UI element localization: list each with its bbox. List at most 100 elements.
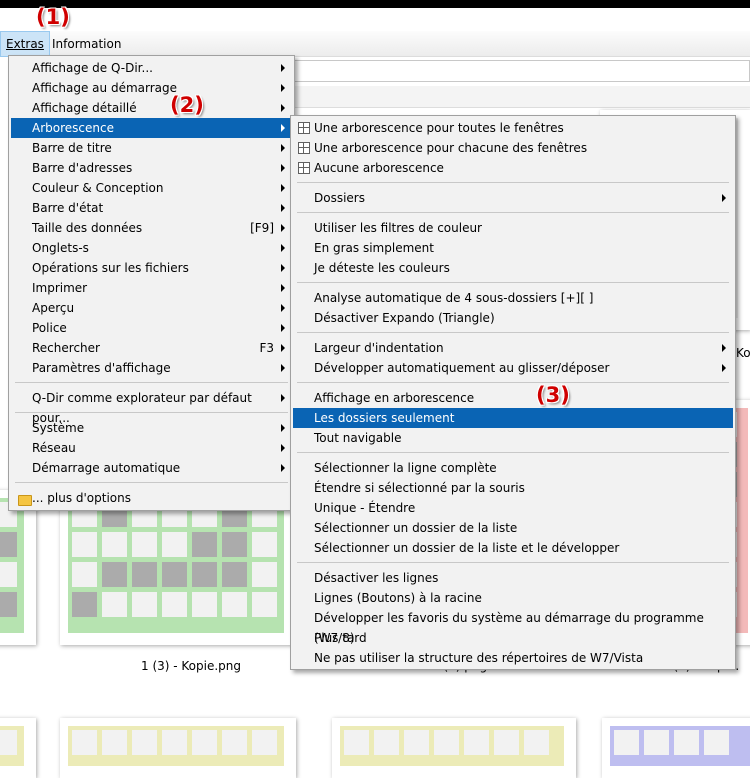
menu-item-plus-d-options[interactable]: ... plus d'options	[11, 488, 292, 508]
thumbnail-cell	[72, 562, 97, 587]
menu-item-largeur-d-indentation[interactable]: Largeur d'indentation	[293, 338, 733, 358]
menu-item-label: Sélectionner la ligne complète	[314, 461, 497, 475]
menu-item-plus-tard[interactable]: Plus tard	[293, 628, 733, 648]
menu-information[interactable]: Information	[47, 31, 126, 57]
annotation-2: (2)	[170, 93, 204, 117]
menu-item-utiliser-les-filtres-de-couleur[interactable]: Utiliser les filtres de couleur	[293, 218, 733, 238]
menu-item-selectionner-un-dossier-de-la-liste-et-le-developper[interactable]: Sélectionner un dossier de la liste et l…	[293, 538, 733, 558]
thumbnail-cell	[72, 730, 97, 755]
menu-extras-label: Extras	[6, 37, 44, 51]
image-thumbnail[interactable]	[0, 718, 36, 778]
thumbnail-cell	[132, 562, 157, 587]
menu-item-developper-les-favoris-du-systeme-au-demarrage-du-programme-w7-8[interactable]: Développer les favoris du système au dém…	[293, 608, 733, 645]
thumbnail-cell	[102, 532, 127, 557]
menu-item-developper-automatiquement-au-glisser-deposer[interactable]: Développer automatiquement au glisser/dé…	[293, 358, 733, 378]
menu-item-systeme[interactable]: Système	[11, 418, 292, 438]
submenu-arrow-icon	[281, 184, 285, 192]
menu-item-label: Je déteste les couleurs	[314, 261, 450, 275]
menu-item-operations-sur-les-fichiers[interactable]: Opérations sur les fichiers	[11, 258, 292, 278]
folder-icon	[18, 495, 32, 506]
menu-item-affichage-detaille[interactable]: Affichage détaillé	[11, 98, 292, 118]
menu-item-une-arborescence-pour-chacune-des-fenetres[interactable]: Une arborescence pour chacune des fenêtr…	[293, 138, 733, 158]
menu-item-barre-d-etat[interactable]: Barre d'état	[11, 198, 292, 218]
thumbnail-image	[340, 726, 564, 766]
menu-item-arborescence[interactable]: Arborescence	[11, 118, 292, 138]
menu-item-lignes-boutons-a-la-racine[interactable]: Lignes (Boutons) à la racine	[293, 588, 733, 608]
menu-item-affichage-au-demarrage[interactable]: Affichage au démarrage	[11, 78, 292, 98]
menu-item-aucune-arborescence[interactable]: Aucune arborescence	[293, 158, 733, 178]
menu-bar: Extras Information	[0, 31, 750, 57]
thumbnail-cell	[162, 592, 187, 617]
menu-item-label: Affichage détaillé	[32, 101, 137, 115]
menu-item-selectionner-la-ligne-complete[interactable]: Sélectionner la ligne complète	[293, 458, 733, 478]
submenu-arrow-icon	[281, 304, 285, 312]
menu-item-label: Affichage au démarrage	[32, 81, 178, 95]
menu-item-une-arborescence-pour-toutes-le-fenetres[interactable]: Une arborescence pour toutes le fenêtres	[293, 118, 733, 138]
submenu-arrow-icon	[281, 144, 285, 152]
window-top-edge	[0, 0, 750, 8]
tree-icon	[298, 162, 310, 174]
image-thumbnail[interactable]	[332, 718, 576, 778]
tree-icon	[298, 142, 310, 154]
menu-item-ne-pas-utiliser-la-structure-des-repertoires-de-w7-vista[interactable]: Ne pas utiliser la structure des réperto…	[293, 648, 733, 668]
menu-item-q-dir-comme-explorateur-par-defaut-pour[interactable]: Q-Dir comme explorateur par défaut pour.…	[11, 388, 292, 425]
menu-item-imprimer[interactable]: Imprimer	[11, 278, 292, 298]
menu-item-label: Plus tard	[314, 631, 367, 645]
menu-separator	[297, 382, 729, 383]
menu-item-selectionner-un-dossier-de-la-liste[interactable]: Sélectionner un dossier de la liste	[293, 518, 733, 538]
image-thumbnail[interactable]	[60, 718, 296, 778]
thumbnail-caption[interactable]: 1 (3) - Kopie.png	[141, 659, 241, 673]
menu-item-taille-des-donnees[interactable]: Taille des données [F9]	[11, 218, 292, 238]
thumbnail-cell	[404, 730, 429, 755]
menu-item-label: Réseau	[32, 441, 76, 455]
menu-item-affichage-en-arborescence[interactable]: Affichage en arborescence	[293, 388, 733, 408]
menu-item-label: Désactiver les lignes	[314, 571, 439, 585]
menu-extras[interactable]: Extras	[0, 31, 50, 57]
menu-item-couleur-conception[interactable]: Couleur & Conception	[11, 178, 292, 198]
menu-item-tout-navigable[interactable]: Tout navigable	[293, 428, 733, 448]
address-field[interactable]	[250, 60, 750, 82]
thumbnail-cell	[102, 592, 127, 617]
thumbnail-cell	[132, 730, 157, 755]
menu-item-barre-de-titre[interactable]: Barre de titre	[11, 138, 292, 158]
menu-item-rechercher[interactable]: Rechercher F3	[11, 338, 292, 358]
extras-menu: Affichage de Q-Dir... Affichage au démarr…	[8, 55, 295, 511]
menu-item-label: Une arborescence pour toutes le fenêtres	[314, 121, 564, 135]
menu-item-label: Démarrage automatique	[32, 461, 181, 475]
image-thumbnail[interactable]	[60, 490, 296, 645]
thumbnail-cell	[434, 730, 459, 755]
menu-item-unique-etendre[interactable]: Unique - Étendre	[293, 498, 733, 518]
submenu-arrow-icon	[281, 284, 285, 292]
thumbnail-cell	[464, 730, 489, 755]
menu-item-je-deteste-les-couleurs[interactable]: Je déteste les couleurs	[293, 258, 733, 278]
menu-item-desactiver-les-lignes[interactable]: Désactiver les lignes	[293, 568, 733, 588]
submenu-arrow-icon	[281, 124, 285, 132]
menu-item-desactiver-expando-triangle[interactable]: Désactiver Expando (Triangle)	[293, 308, 733, 328]
menu-item-affichage-de-q-dir[interactable]: Affichage de Q-Dir...	[11, 58, 292, 78]
menu-item-parametres-d-affichage[interactable]: Paramètres d'affichage	[11, 358, 292, 378]
menu-item-etendre-si-selectionne-par-la-souris[interactable]: Étendre si sélectionné par la souris	[293, 478, 733, 498]
menu-item-onglets-s[interactable]: Onglets-s	[11, 238, 292, 258]
menu-item-police[interactable]: Police	[11, 318, 292, 338]
image-thumbnail[interactable]	[602, 718, 750, 778]
image-thumbnail[interactable]	[0, 490, 36, 645]
thumbnail-image	[610, 726, 750, 766]
menu-item-label: Lignes (Boutons) à la racine	[314, 591, 482, 605]
menu-item-dossiers[interactable]: Dossiers	[293, 188, 733, 208]
thumbnail-caption[interactable]: Ko	[736, 346, 750, 360]
submenu-arrow-icon	[281, 364, 285, 372]
menu-item-les-dossiers-seulement[interactable]: Les dossiers seulement	[293, 408, 733, 428]
menu-item-demarrage-automatique[interactable]: Démarrage automatique	[11, 458, 292, 478]
thumbnail-image	[68, 498, 284, 633]
thumbnail-cell	[162, 562, 187, 587]
menu-item-barre-d-adresses[interactable]: Barre d'adresses	[11, 158, 292, 178]
menu-separator	[15, 382, 288, 383]
menu-item-label: Taille des données	[32, 221, 143, 235]
menu-separator	[15, 482, 288, 483]
menu-item-reseau[interactable]: Réseau	[11, 438, 292, 458]
menu-separator	[297, 452, 729, 453]
menu-item-apercu[interactable]: Aperçu	[11, 298, 292, 318]
submenu-arrow-icon	[722, 364, 726, 372]
menu-item-en-gras-simplement[interactable]: En gras simplement	[293, 238, 733, 258]
menu-item-analyse-automatique-de-4-sous-dossiers[interactable]: Analyse automatique de 4 sous-dossiers […	[293, 288, 733, 308]
